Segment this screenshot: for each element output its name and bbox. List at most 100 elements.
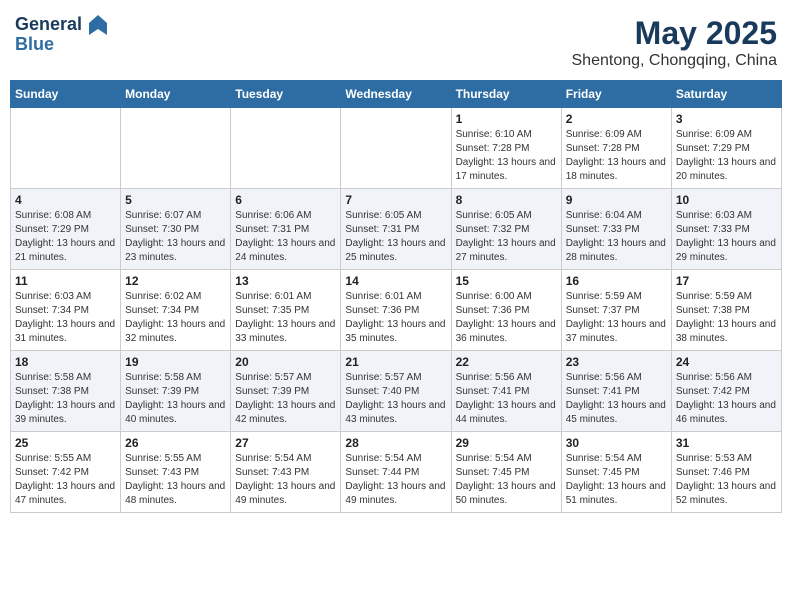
day-number: 30 — [566, 436, 667, 450]
calendar-cell: 16 Sunrise: 5:59 AM Sunset: 7:37 PM Dayli… — [561, 270, 671, 351]
day-number: 12 — [125, 274, 226, 288]
page-header: General Blue May 2025 Shentong, Chongqin… — [10, 10, 782, 70]
calendar-cell: 1 Sunrise: 6:10 AM Sunset: 7:28 PM Daylig… — [451, 108, 561, 189]
day-info: Sunrise: 6:09 AM Sunset: 7:28 PM Dayligh… — [566, 128, 667, 184]
day-number: 31 — [676, 436, 777, 450]
calendar-cell: 27Sunrise: 5:54 AM Sunset: 7:43 PM Dayli… — [231, 432, 341, 513]
calendar-cell: 12 Sunrise: 6:02 AM Sunset: 7:34 PM Dayli… — [121, 270, 231, 351]
day-number: 8 — [456, 193, 557, 207]
day-number: 17 — [676, 274, 777, 288]
calendar-cell: 14 Sunrise: 6:01 AM Sunset: 7:36 PM Dayli… — [341, 270, 451, 351]
day-number: 9 — [566, 193, 667, 207]
day-number: 1 — [456, 112, 557, 126]
calendar-cell: 11 Sunrise: 6:03 AM Sunset: 7:34 PM Dayli… — [11, 270, 121, 351]
day-info: Sunrise: 6:05 AM Sunset: 7:32 PM Dayligh… — [456, 209, 557, 265]
day-number: 16 — [566, 274, 667, 288]
logo-blue: Blue — [15, 35, 109, 55]
calendar-cell: 15Sunrise: 6:00 AM Sunset: 7:36 PM Dayli… — [451, 270, 561, 351]
day-info: Sunrise: 5:54 AM Sunset: 7:45 PM Dayligh… — [456, 452, 557, 508]
calendar-week-3: 11 Sunrise: 6:03 AM Sunset: 7:34 PM Dayli… — [11, 270, 782, 351]
calendar-week-1: 1 Sunrise: 6:10 AM Sunset: 7:28 PM Daylig… — [11, 108, 782, 189]
calendar-cell: 21 Sunrise: 5:57 AM Sunset: 7:40 PM Dayli… — [341, 351, 451, 432]
day-number: 7 — [345, 193, 446, 207]
day-info: Sunrise: 5:56 AM Sunset: 7:41 PM Dayligh… — [566, 371, 667, 427]
calendar-cell: 29 Sunrise: 5:54 AM Sunset: 7:45 PM Dayli… — [451, 432, 561, 513]
calendar-cell: 18 Sunrise: 5:58 AM Sunset: 7:38 PM Dayli… — [11, 351, 121, 432]
day-info: Sunrise: 6:05 AM Sunset: 7:31 PM Dayligh… — [345, 209, 446, 265]
day-info: Sunrise: 5:56 AM Sunset: 7:42 PM Dayligh… — [676, 371, 777, 427]
day-info: Sunrise: 6:06 AM Sunset: 7:31 PM Dayligh… — [235, 209, 336, 265]
header-wednesday: Wednesday — [341, 81, 451, 108]
day-number: 21 — [345, 355, 446, 369]
day-info: Sunrise: 6:07 AM Sunset: 7:30 PM Dayligh… — [125, 209, 226, 265]
calendar-header-row: SundayMondayTuesdayWednesdayThursdayFrid… — [11, 81, 782, 108]
day-number: 10 — [676, 193, 777, 207]
calendar-cell — [11, 108, 121, 189]
header-thursday: Thursday — [451, 81, 561, 108]
calendar-cell: 25 Sunrise: 5:55 AM Sunset: 7:42 PM Dayli… — [11, 432, 121, 513]
calendar-cell: 31 Sunrise: 5:53 AM Sunset: 7:46 PM Dayli… — [671, 432, 781, 513]
calendar-cell: 30 Sunrise: 5:54 AM Sunset: 7:45 PM Dayli… — [561, 432, 671, 513]
day-number: 19 — [125, 355, 226, 369]
calendar-cell — [341, 108, 451, 189]
day-info: Sunrise: 6:10 AM Sunset: 7:28 PM Dayligh… — [456, 128, 557, 184]
calendar-cell: 8 Sunrise: 6:05 AM Sunset: 7:32 PM Daylig… — [451, 189, 561, 270]
day-info: Sunrise: 6:02 AM Sunset: 7:34 PM Dayligh… — [125, 290, 226, 346]
day-number: 5 — [125, 193, 226, 207]
day-info: Sunrise: 5:54 AM Sunset: 7:44 PM Dayligh… — [345, 452, 446, 508]
day-number: 26 — [125, 436, 226, 450]
header-saturday: Saturday — [671, 81, 781, 108]
day-info: Sunrise: 6:01 AM Sunset: 7:36 PM Dayligh… — [345, 290, 446, 346]
day-number: 23 — [566, 355, 667, 369]
calendar-cell: 3Sunrise: 6:09 AM Sunset: 7:29 PM Daylig… — [671, 108, 781, 189]
calendar-cell: 4Sunrise: 6:08 AM Sunset: 7:29 PM Daylig… — [11, 189, 121, 270]
day-info: Sunrise: 5:53 AM Sunset: 7:46 PM Dayligh… — [676, 452, 777, 508]
calendar-table: SundayMondayTuesdayWednesdayThursdayFrid… — [10, 80, 782, 513]
calendar-cell — [121, 108, 231, 189]
calendar-cell: 6 Sunrise: 6:06 AM Sunset: 7:31 PM Daylig… — [231, 189, 341, 270]
calendar-cell: 17 Sunrise: 5:59 AM Sunset: 7:38 PM Dayli… — [671, 270, 781, 351]
calendar-week-4: 18 Sunrise: 5:58 AM Sunset: 7:38 PM Dayli… — [11, 351, 782, 432]
calendar-cell: 26 Sunrise: 5:55 AM Sunset: 7:43 PM Dayli… — [121, 432, 231, 513]
calendar-cell: 13Sunrise: 6:01 AM Sunset: 7:35 PM Dayli… — [231, 270, 341, 351]
calendar-cell — [231, 108, 341, 189]
day-info: Sunrise: 5:55 AM Sunset: 7:43 PM Dayligh… — [125, 452, 226, 508]
logo-text: General — [15, 15, 109, 35]
calendar-cell: 10Sunrise: 6:03 AM Sunset: 7:33 PM Dayli… — [671, 189, 781, 270]
calendar-cell: 24 Sunrise: 5:56 AM Sunset: 7:42 PM Dayli… — [671, 351, 781, 432]
header-friday: Friday — [561, 81, 671, 108]
calendar-cell: 7 Sunrise: 6:05 AM Sunset: 7:31 PM Daylig… — [341, 189, 451, 270]
day-number: 13 — [235, 274, 336, 288]
day-info: Sunrise: 5:59 AM Sunset: 7:38 PM Dayligh… — [676, 290, 777, 346]
day-info: Sunrise: 5:54 AM Sunset: 7:43 PM Dayligh… — [235, 452, 336, 508]
header-monday: Monday — [121, 81, 231, 108]
day-number: 18 — [15, 355, 116, 369]
day-number: 11 — [15, 274, 116, 288]
day-info: Sunrise: 5:59 AM Sunset: 7:37 PM Dayligh… — [566, 290, 667, 346]
day-number: 25 — [15, 436, 116, 450]
day-number: 15 — [456, 274, 557, 288]
day-info: Sunrise: 5:55 AM Sunset: 7:42 PM Dayligh… — [15, 452, 116, 508]
day-info: Sunrise: 5:57 AM Sunset: 7:39 PM Dayligh… — [235, 371, 336, 427]
day-number: 22 — [456, 355, 557, 369]
day-number: 6 — [235, 193, 336, 207]
calendar-cell: 5 Sunrise: 6:07 AM Sunset: 7:30 PM Daylig… — [121, 189, 231, 270]
day-info: Sunrise: 5:56 AM Sunset: 7:41 PM Dayligh… — [456, 371, 557, 427]
calendar-cell: 22 Sunrise: 5:56 AM Sunset: 7:41 PM Dayli… — [451, 351, 561, 432]
day-number: 29 — [456, 436, 557, 450]
month-year: May 2025 — [572, 15, 778, 52]
day-info: Sunrise: 5:54 AM Sunset: 7:45 PM Dayligh… — [566, 452, 667, 508]
day-number: 3 — [676, 112, 777, 126]
logo: General Blue — [15, 15, 109, 55]
logo-icon — [89, 15, 107, 35]
day-info: Sunrise: 5:57 AM Sunset: 7:40 PM Dayligh… — [345, 371, 446, 427]
day-number: 14 — [345, 274, 446, 288]
day-info: Sunrise: 5:58 AM Sunset: 7:38 PM Dayligh… — [15, 371, 116, 427]
calendar-cell: 19Sunrise: 5:58 AM Sunset: 7:39 PM Dayli… — [121, 351, 231, 432]
day-number: 4 — [15, 193, 116, 207]
day-number: 24 — [676, 355, 777, 369]
day-number: 28 — [345, 436, 446, 450]
day-number: 2 — [566, 112, 667, 126]
day-info: Sunrise: 6:03 AM Sunset: 7:34 PM Dayligh… — [15, 290, 116, 346]
day-info: Sunrise: 6:04 AM Sunset: 7:33 PM Dayligh… — [566, 209, 667, 265]
